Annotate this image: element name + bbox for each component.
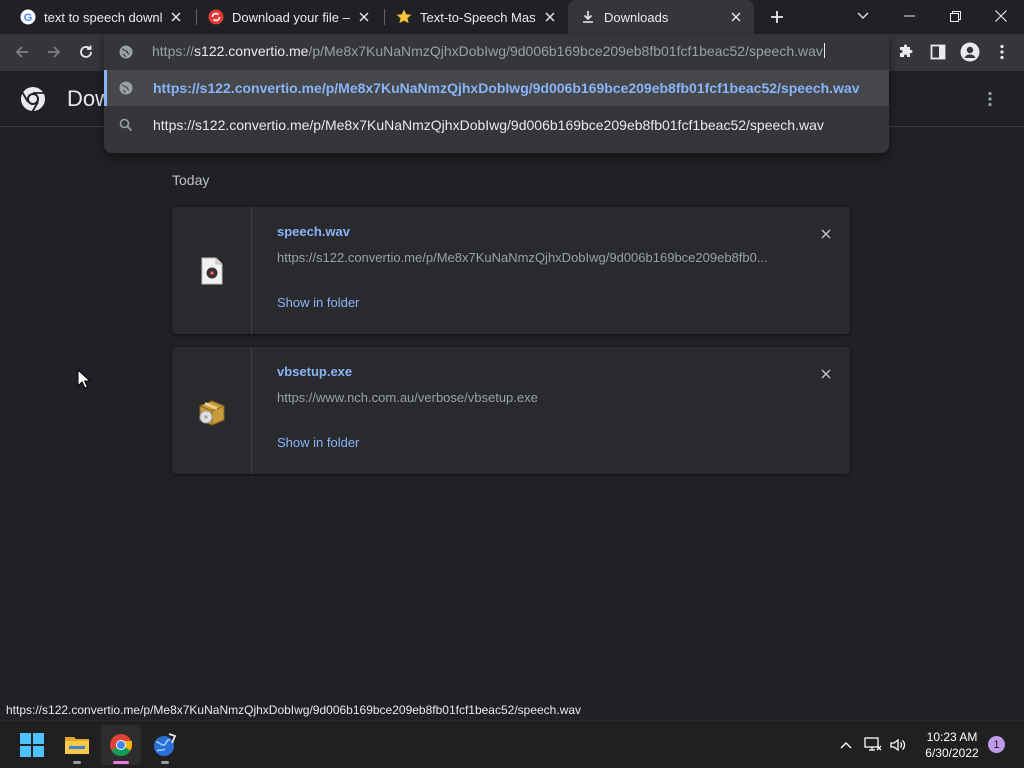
- download-file-link[interactable]: speech.wav: [277, 224, 350, 239]
- url-scheme: https://: [152, 43, 195, 59]
- clock-time: 10:23 AM: [926, 730, 978, 744]
- minimize-button[interactable]: [886, 0, 932, 32]
- volume-icon[interactable]: [888, 735, 908, 755]
- browser-menu-button[interactable]: [988, 38, 1016, 66]
- selection-bar: [104, 70, 107, 106]
- reload-icon: [80, 45, 92, 58]
- close-icon: [995, 10, 1007, 22]
- arrow-left-icon: [15, 46, 28, 58]
- download-item: speech.wav https://s122.convertio.me/p/M…: [172, 207, 850, 334]
- url-host: s122.convertio.me: [194, 43, 309, 59]
- clock-date: 6/30/2022: [925, 746, 979, 760]
- suggestion-text: https://s122.convertio.me/p/Me8x7KuNaNmz…: [153, 117, 824, 133]
- show-in-folder-button[interactable]: Show in folder: [277, 435, 359, 450]
- omnibox-suggestion[interactable]: https://s122.convertio.me/p/Me8x7KuNaNmz…: [104, 70, 889, 106]
- tab-title: Downloads: [604, 9, 669, 25]
- profile-button[interactable]: [956, 38, 984, 66]
- app-taskbar-button[interactable]: [145, 725, 185, 765]
- omnibox-dropdown: https://s122.convertio.me/p/Me8x7KuNaNmz…: [104, 34, 889, 153]
- more-vertical-icon: [1000, 44, 1004, 60]
- svg-text:G: G: [24, 12, 33, 24]
- windows-logo-icon: [20, 733, 44, 757]
- side-panel-button[interactable]: [924, 38, 952, 66]
- tab-title: Text-to-Speech Master: [420, 9, 536, 25]
- minimize-icon: [903, 15, 915, 17]
- chrome-taskbar-button[interactable]: [101, 725, 141, 765]
- omnibox-suggestion[interactable]: https://s122.convertio.me/p/Me8x7KuNaNmz…: [104, 107, 889, 143]
- puzzle-icon: [900, 44, 913, 57]
- side-panel-icon: [930, 44, 946, 60]
- start-button[interactable]: [12, 725, 52, 765]
- plus-icon: [771, 11, 783, 23]
- installer-package-icon: [172, 347, 252, 474]
- avatar-icon: [960, 42, 980, 62]
- download-file-link[interactable]: vbsetup.exe: [277, 364, 352, 379]
- url-path: /p/Me8x7KuNaNmzQjhxDobIwg/9d006b169bce20…: [308, 43, 823, 59]
- running-indicator: [161, 761, 169, 764]
- new-tab-button[interactable]: [764, 6, 790, 28]
- tab-search-button[interactable]: [840, 0, 886, 32]
- mouse-cursor-icon: [77, 368, 92, 389]
- tab-downloads[interactable]: Downloads: [568, 0, 754, 34]
- restore-icon: [949, 10, 961, 22]
- tab-strip: G text to speech download Download your …: [0, 0, 1024, 34]
- system-clock[interactable]: 10:23 AM 6/30/2022: [912, 729, 992, 761]
- taskbar: 10:23 AM 6/30/2022 1: [0, 720, 1024, 768]
- notification-badge[interactable]: 1: [988, 736, 1005, 753]
- globe-icon: [118, 44, 134, 65]
- globe-icon: [118, 80, 134, 96]
- audio-file-icon: [172, 207, 252, 334]
- more-vertical-icon: [988, 91, 992, 107]
- convertio-icon: [208, 9, 224, 25]
- show-hidden-icons-button[interactable]: [836, 735, 856, 755]
- chrome-icon: [110, 734, 132, 756]
- tab-title: text to speech download: [44, 9, 162, 25]
- tab-google-search[interactable]: G text to speech download: [8, 0, 194, 34]
- network-icon[interactable]: [863, 735, 883, 755]
- close-icon[interactable]: [542, 9, 558, 25]
- chevron-up-icon: [840, 742, 852, 749]
- running-indicator: [113, 761, 129, 764]
- link-status-bar: https://s122.convertio.me/p/Me8x7KuNaNmz…: [0, 701, 588, 720]
- close-icon[interactable]: [356, 9, 372, 25]
- show-in-folder-button[interactable]: Show in folder: [277, 295, 359, 310]
- close-icon[interactable]: [728, 9, 744, 25]
- forward-button[interactable]: [40, 38, 68, 66]
- extensions-button[interactable]: [892, 38, 920, 66]
- chrome-logo-icon: [20, 86, 46, 112]
- download-source-url[interactable]: https://www.nch.com.au/verbose/vbsetup.e…: [277, 390, 787, 405]
- tab-convertio[interactable]: Download your file — Convertio: [196, 0, 382, 34]
- arrow-right-icon: [48, 46, 61, 58]
- section-label: Today: [172, 172, 210, 188]
- address-input[interactable]: https://s122.convertio.me/p/Me8x7KuNaNmz…: [152, 43, 825, 59]
- remove-download-button[interactable]: [816, 364, 836, 384]
- omnibox[interactable]: https://s122.convertio.me/p/Me8x7KuNaNmz…: [104, 34, 889, 70]
- tab-title: Download your file — Convertio: [232, 9, 350, 25]
- chevron-down-icon: [857, 12, 869, 19]
- close-icon: [821, 369, 831, 379]
- running-indicator: [73, 761, 81, 764]
- restore-button[interactable]: [932, 0, 978, 32]
- downloads-menu-button[interactable]: [976, 85, 1004, 113]
- download-source-url[interactable]: https://s122.convertio.me/p/Me8x7KuNaNmz…: [277, 250, 787, 265]
- download-icon: [580, 9, 596, 25]
- star-icon: [396, 9, 412, 25]
- remove-download-button[interactable]: [816, 224, 836, 244]
- close-icon: [821, 229, 831, 239]
- reload-button[interactable]: [72, 38, 100, 66]
- close-window-button[interactable]: [978, 0, 1024, 32]
- google-icon: G: [20, 9, 36, 25]
- tab-tts-master[interactable]: Text-to-Speech Master: [384, 0, 568, 34]
- text-caret: [823, 43, 825, 58]
- close-icon[interactable]: [168, 9, 184, 25]
- download-item: vbsetup.exe https://www.nch.com.au/verbo…: [172, 347, 850, 474]
- suggestion-text: https://s122.convertio.me/p/Me8x7KuNaNmz…: [153, 80, 860, 96]
- search-icon: [118, 117, 134, 133]
- folder-icon: [65, 737, 89, 754]
- file-explorer-button[interactable]: [57, 725, 97, 765]
- back-button[interactable]: [8, 38, 36, 66]
- globe-app-icon: [154, 733, 177, 756]
